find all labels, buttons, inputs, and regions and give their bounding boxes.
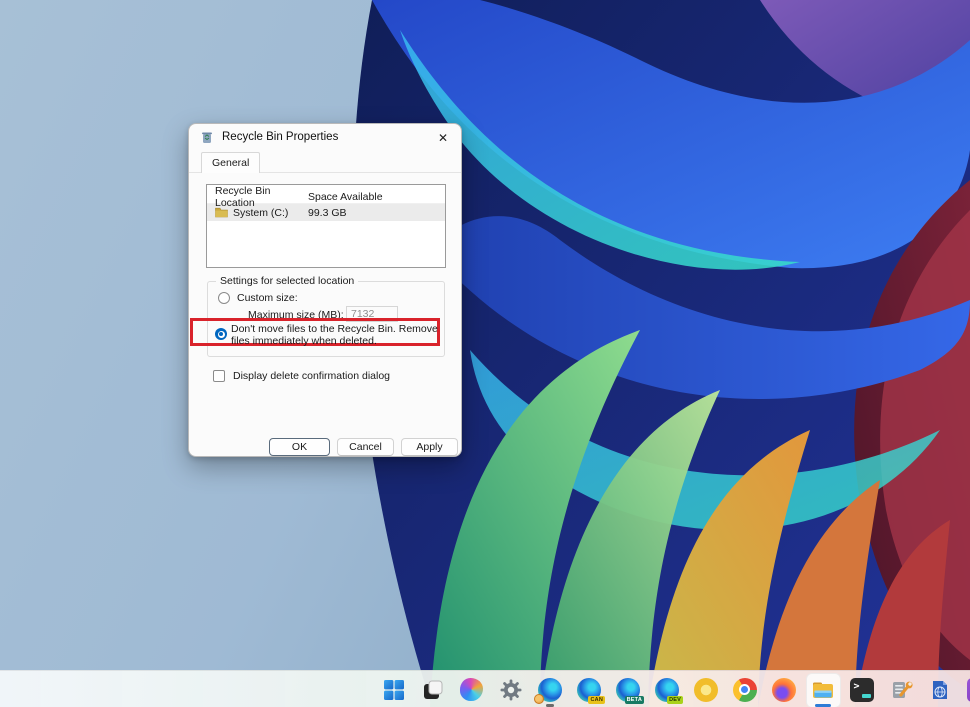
location-cell: System (C:) (233, 207, 288, 219)
start-button[interactable] (381, 677, 406, 702)
custom-size-radio[interactable] (218, 292, 230, 304)
custom-size-label: Custom size: (237, 292, 298, 304)
terminal-button[interactable]: > (849, 677, 874, 702)
taskbar-icons: CAN BETA DEV (381, 671, 970, 707)
chrome-canary-button[interactable] (693, 677, 718, 702)
apply-button[interactable]: Apply (401, 438, 458, 456)
groupbox-legend: Settings for selected location (216, 275, 358, 287)
edge-beta-button[interactable]: BETA (615, 677, 640, 702)
dont-move-label: Don't move files to the Recycle Bin. Rem… (231, 324, 445, 347)
web-document-button[interactable] (927, 677, 952, 702)
edge-profile-badge (534, 694, 544, 704)
folder-icon (215, 207, 228, 218)
dont-move-radio[interactable] (215, 328, 227, 340)
recycle-bin-icon (200, 130, 214, 144)
column-header-location: Recycle Bin Location (215, 185, 308, 209)
edge-dev-button[interactable]: DEV (654, 677, 679, 702)
file-explorer-icon (811, 678, 835, 702)
tab-general[interactable]: General (201, 152, 260, 173)
web-document-icon (928, 678, 952, 702)
gear-icon (499, 678, 523, 702)
dialog-titlebar[interactable]: Recycle Bin Properties ✕ (189, 124, 461, 150)
file-explorer-button[interactable] (810, 677, 835, 702)
location-row-system-c[interactable]: System (C:) 99.3 GB (207, 204, 445, 221)
desktop-wallpaper (0, 0, 970, 707)
edge-button[interactable] (537, 677, 562, 702)
canary-badge: CAN (588, 696, 605, 704)
purple-app-icon (967, 678, 970, 702)
red-highlight-box: Don't move files to the Recycle Bin. Rem… (190, 318, 440, 346)
settings-button[interactable] (498, 677, 523, 702)
chrome-canary-icon (694, 678, 718, 702)
dev-tools-icon (889, 678, 913, 702)
task-view-button[interactable] (420, 677, 445, 702)
display-confirmation-checkbox[interactable] (213, 370, 225, 382)
dev-badge: DEV (667, 696, 683, 704)
terminal-icon: > (850, 678, 874, 702)
firefox-button[interactable] (771, 677, 796, 702)
chrome-icon (733, 678, 757, 702)
close-button[interactable]: ✕ (434, 129, 452, 146)
windows-logo-icon (382, 678, 406, 702)
bloom-artwork (0, 0, 970, 707)
task-view-icon (421, 678, 445, 702)
purple-app-button[interactable] (966, 677, 970, 702)
ok-button[interactable]: OK (269, 438, 330, 456)
beta-badge: BETA (625, 696, 644, 704)
dialog-title: Recycle Bin Properties (222, 131, 338, 143)
dev-tools-button[interactable] (888, 677, 913, 702)
space-cell: 99.3 GB (308, 207, 445, 219)
edge-canary-button[interactable]: CAN (576, 677, 601, 702)
display-confirmation-label: Display delete confirmation dialog (233, 370, 390, 382)
firefox-icon (772, 678, 796, 702)
column-header-space: Space Available (308, 191, 445, 203)
location-list-header: Recycle Bin Location Space Available (207, 185, 445, 204)
taskbar: CAN BETA DEV (0, 670, 970, 707)
copilot-icon (460, 678, 483, 701)
recycle-bin-properties-dialog: Recycle Bin Properties ✕ General Recycle… (188, 123, 462, 457)
copilot-button[interactable] (459, 677, 484, 702)
chrome-button[interactable] (732, 677, 757, 702)
location-list: Recycle Bin Location Space Available Sys… (206, 184, 446, 268)
cancel-button[interactable]: Cancel (337, 438, 394, 456)
